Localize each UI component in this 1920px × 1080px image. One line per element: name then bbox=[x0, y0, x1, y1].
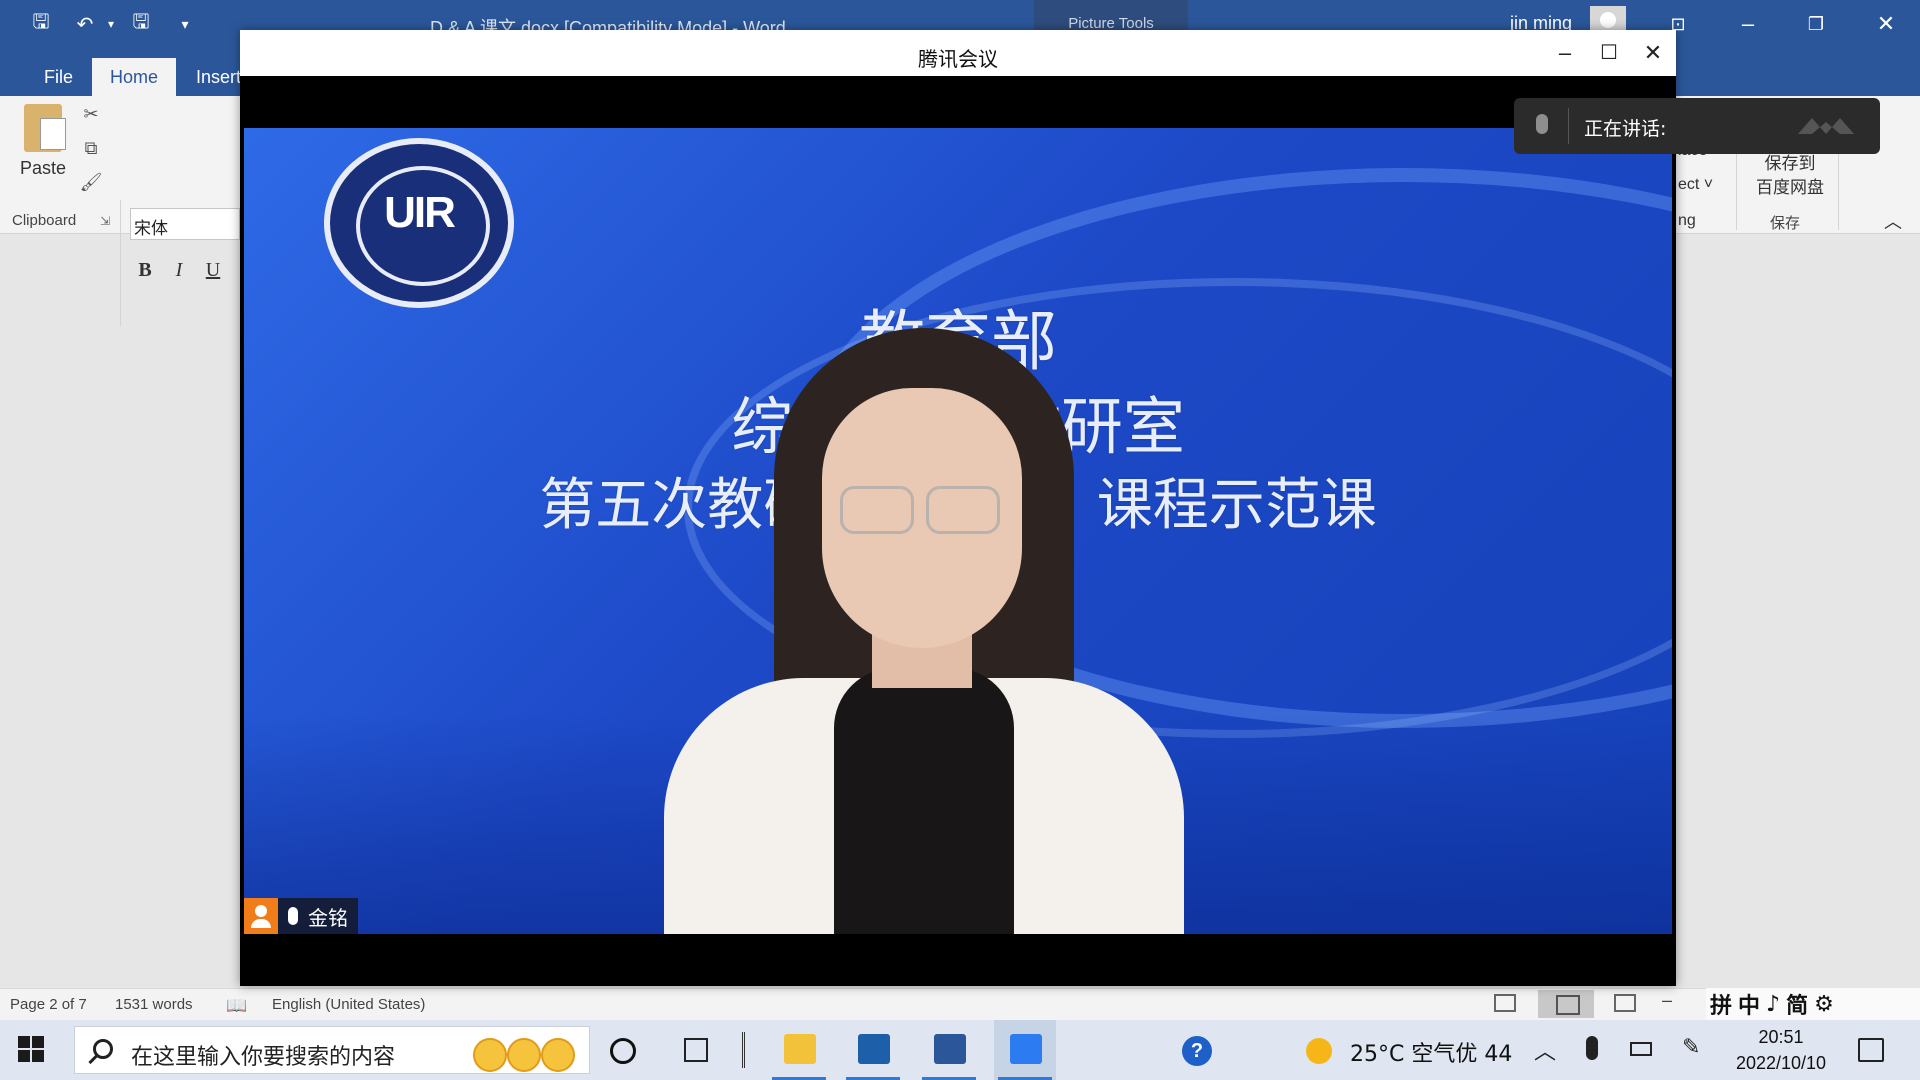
ime-simplified-toggle[interactable]: 简 bbox=[1786, 988, 1808, 1020]
zoom-out-button[interactable]: – bbox=[1662, 990, 1672, 1011]
vs-app-button[interactable] bbox=[842, 1020, 904, 1080]
search-placeholder: 在这里输入你要搜索的内容 bbox=[131, 1045, 396, 1070]
clipboard-launcher-icon[interactable]: ⇲ bbox=[100, 214, 110, 228]
start-button[interactable] bbox=[18, 1036, 44, 1062]
participant-avatar-icon bbox=[244, 898, 278, 934]
editing-group-label: ng bbox=[1678, 212, 1696, 229]
autosave-icon[interactable]: 🖫 bbox=[26, 11, 56, 37]
participant-name: 金铭 bbox=[308, 905, 348, 930]
presenter-glasses bbox=[926, 486, 1000, 534]
meeting-maximize-button[interactable]: ☐ bbox=[1592, 38, 1626, 68]
taskbar-search-box[interactable]: 在这里输入你要搜索的内容 bbox=[74, 1026, 590, 1074]
ime-punctuation-icon[interactable]: ♪ bbox=[1766, 992, 1780, 1017]
university-logo-mark: UIR bbox=[384, 188, 456, 237]
folder-icon bbox=[784, 1034, 816, 1064]
underline-button[interactable]: U bbox=[200, 256, 226, 284]
emoji-smile-icon bbox=[507, 1038, 541, 1072]
ime-pinyin-icon[interactable]: 拼 bbox=[1710, 988, 1732, 1020]
word-close-button[interactable]: ✕ bbox=[1866, 10, 1906, 38]
taskbar-divider bbox=[742, 1032, 745, 1068]
ime-settings-icon[interactable]: ⚙ bbox=[1814, 992, 1834, 1017]
print-layout-icon[interactable] bbox=[1538, 990, 1594, 1018]
web-layout-icon[interactable] bbox=[1614, 994, 1636, 1012]
presenter-video bbox=[604, 328, 1244, 934]
save-to-baidu-button[interactable]: 保存到 百度网盘 bbox=[1740, 152, 1840, 200]
pen-icon[interactable]: ✎ bbox=[1682, 1034, 1700, 1060]
meeting-window-title: 腾讯会议 bbox=[918, 47, 998, 71]
weather-info[interactable]: 25°C 空气优 44 bbox=[1350, 1036, 1512, 1068]
microphone-icon bbox=[288, 907, 298, 925]
save-to-baidu-label: 保存到 百度网盘 bbox=[1756, 154, 1824, 197]
ribbon-divider bbox=[1736, 150, 1737, 230]
microphone-icon bbox=[1536, 114, 1548, 134]
task-view-icon[interactable] bbox=[684, 1038, 708, 1062]
customize-quick-access-icon[interactable]: ▾ bbox=[170, 11, 200, 37]
emoji-worried-icon bbox=[541, 1038, 575, 1072]
font-name-input[interactable]: 宋体 bbox=[130, 208, 240, 240]
word-count[interactable]: 1531 words bbox=[115, 996, 193, 1013]
windows-taskbar: 在这里输入你要搜索的内容 ? 25°C 空气优 44 ︿ ✎ 20:51 202… bbox=[0, 1020, 1920, 1080]
paste-label: Paste bbox=[19, 158, 67, 178]
speaking-label: 正在讲话: bbox=[1584, 118, 1667, 140]
participant-name-tag: 金铭 bbox=[244, 898, 358, 934]
ime-chinese-toggle[interactable]: 中 bbox=[1738, 988, 1760, 1020]
copy-icon[interactable]: ⧉ bbox=[78, 138, 104, 164]
file-explorer-button[interactable] bbox=[768, 1020, 830, 1080]
tab-file[interactable]: File bbox=[26, 58, 91, 96]
tencent-meeting-taskbar-button[interactable] bbox=[994, 1020, 1056, 1080]
paste-button[interactable]: Paste bbox=[16, 104, 70, 204]
select-button[interactable]: ect ˅ bbox=[1678, 176, 1713, 194]
speaking-divider bbox=[1568, 108, 1569, 144]
collapse-ribbon-icon[interactable]: ︿ bbox=[1884, 208, 1902, 234]
language-indicator[interactable]: English (United States) bbox=[272, 996, 425, 1013]
meeting-title-bar[interactable]: 腾讯会议 – ☐ ✕ bbox=[240, 30, 1676, 76]
save-group-label: 保存 bbox=[1770, 215, 1801, 232]
clipboard-group-label: Clipboard bbox=[12, 212, 77, 229]
presenter-glasses bbox=[840, 486, 914, 534]
search-icon bbox=[93, 1039, 113, 1059]
meeting-minimize-button[interactable]: – bbox=[1548, 38, 1582, 68]
meeting-close-button[interactable]: ✕ bbox=[1636, 38, 1670, 68]
presenter-turtleneck bbox=[834, 668, 1014, 934]
tab-home[interactable]: Home bbox=[92, 58, 177, 96]
cut-icon[interactable]: ✂ bbox=[78, 104, 104, 130]
save-icon[interactable]: 🖫 bbox=[126, 11, 156, 37]
word-minimize-button[interactable]: – bbox=[1728, 10, 1768, 38]
clock-date: 2022/10/10 bbox=[1735, 1053, 1827, 1073]
format-painter-icon[interactable]: 🖌 bbox=[78, 172, 104, 198]
ime-toolbar: 拼 中 ♪ 简 ⚙ bbox=[1706, 988, 1920, 1020]
clock-time: 20:51 bbox=[1758, 1027, 1804, 1047]
proofing-icon[interactable]: 📖 bbox=[226, 996, 247, 1016]
battery-icon[interactable] bbox=[1630, 1042, 1652, 1056]
shared-video[interactable]: UIR 教育部 综合英语 教研室 第五次教研活动 语1》课程示范课 金铭 bbox=[244, 128, 1672, 934]
bold-button[interactable]: B bbox=[132, 256, 158, 284]
weather-sun-icon[interactable] bbox=[1306, 1038, 1332, 1064]
word-taskbar-button[interactable] bbox=[918, 1020, 980, 1080]
word-icon bbox=[934, 1034, 966, 1064]
ribbon-divider bbox=[120, 200, 121, 326]
vs-app-icon bbox=[858, 1034, 890, 1064]
tencent-meeting-icon bbox=[1010, 1034, 1042, 1064]
help-icon[interactable]: ? bbox=[1182, 1036, 1212, 1066]
notification-center-icon[interactable] bbox=[1858, 1038, 1884, 1062]
tencent-meeting-window: 腾讯会议 – ☐ ✕ UIR 教育部 综合英语 教研室 第五次教研活动 语1》课… bbox=[240, 30, 1676, 986]
speaking-indicator: 正在讲话: bbox=[1514, 98, 1880, 154]
tencent-meeting-logo-icon bbox=[1798, 118, 1854, 134]
word-restore-button[interactable]: ❐ bbox=[1796, 10, 1836, 38]
show-hidden-icons-chevron[interactable]: ︿ bbox=[1534, 1034, 1556, 1066]
emoji-laugh-icon bbox=[473, 1038, 507, 1072]
university-logo: UIR bbox=[324, 138, 514, 308]
italic-button[interactable]: I bbox=[166, 256, 192, 284]
page-count[interactable]: Page 2 of 7 bbox=[10, 996, 87, 1013]
undo-dropdown-icon[interactable]: ▾ bbox=[96, 11, 126, 37]
paste-icon bbox=[24, 104, 66, 152]
cortana-icon[interactable] bbox=[610, 1038, 636, 1064]
microphone-tray-icon[interactable] bbox=[1586, 1036, 1598, 1060]
taskbar-clock[interactable]: 20:51 2022/10/10 bbox=[1726, 1024, 1836, 1076]
read-mode-icon[interactable] bbox=[1494, 994, 1516, 1012]
